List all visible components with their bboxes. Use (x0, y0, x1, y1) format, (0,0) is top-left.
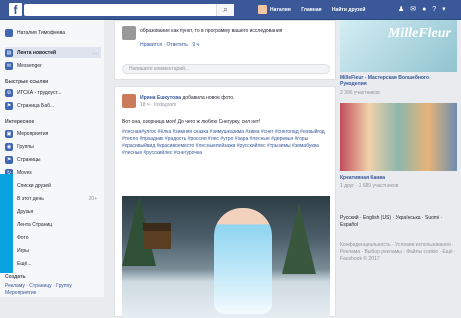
avatar (258, 5, 267, 14)
sidebar-profile[interactable]: Наталия Тимофеева (5, 27, 101, 38)
sidebar-item-events[interactable]: ▣ Мероприятия (5, 128, 101, 139)
post-text: Вот она, озорница моя! До чего ж люблю С… (122, 119, 261, 125)
sidebar-item-games[interactable]: ◆Игры (5, 245, 101, 256)
news-feed: образование как пункт, то в программу ва… (104, 20, 336, 318)
home-link[interactable]: Главная (301, 7, 321, 13)
help-icon[interactable]: ? (432, 6, 436, 13)
avatar (122, 26, 136, 40)
right-sidebar: MilleFleur MilleFleur - Мастерская Волше… (336, 20, 461, 297)
groups-icon: ◉ (5, 142, 13, 151)
sidebar-quick-link[interactable]: ⚑ Страница Баб... (5, 100, 101, 111)
sidebar-item-on-this-day[interactable]: ◷В этот день20+ (5, 193, 101, 204)
group-icon: ⚙ (5, 88, 13, 97)
comment-input[interactable]: Напишите комментарий... (122, 64, 330, 74)
pages-icon: ⚑ (5, 155, 13, 164)
feed-post: Ирина Ешкутова добавила новое фото. 18 ч… (114, 86, 336, 318)
post-header: Ирина Ешкутова добавила новое фото. (140, 95, 234, 101)
notification-icons: ♟ ✉ ● ? ▾ (398, 5, 450, 13)
ad-members: 1 друг · 1 689 участников (340, 183, 399, 189)
create-heading: Создать (5, 274, 26, 280)
sidebar-item-pages[interactable]: ⚑ Страницы (5, 154, 101, 165)
dropdown-icon[interactable]: ▾ (442, 6, 446, 13)
avatar (5, 28, 13, 37)
create-page-link[interactable]: Страницу (29, 283, 51, 289)
sidebar-news-feed[interactable]: ▤ Лента новостей... (5, 47, 101, 58)
post-hashtags[interactable]: #лесная#улгос #ёлка #зимняя сказка #зиму… (122, 129, 330, 157)
notifications-icon[interactable]: ● (422, 6, 426, 13)
ad-image[interactable]: MilleFleur (340, 20, 457, 72)
post-photo[interactable] (122, 196, 330, 318)
facebook-logo[interactable]: f (9, 3, 22, 17)
sidebar-item-more[interactable]: ▾Ещё... (5, 258, 101, 269)
page-icon: ⚑ (5, 101, 13, 110)
ad-title[interactable]: Креативная Канва (340, 175, 385, 181)
snow-maiden-image (214, 208, 272, 314)
calendar-icon: ▣ (5, 129, 13, 138)
tree-image (282, 204, 316, 274)
ad-title[interactable]: MilleFleur - Мастерская Волшебного Рукод… (340, 75, 457, 87)
search-icon[interactable]: ⌕ (216, 4, 234, 16)
previous-post-comment: образование как пункт, то в программу ва… (114, 20, 336, 80)
create-links: Рекламу · Страницу · Группу Мероприятие (5, 283, 72, 296)
sidebar-item-friends[interactable]: ♟Друзья (5, 206, 101, 217)
create-ad-link[interactable]: Рекламу (5, 283, 25, 289)
footer-links[interactable]: Конфиденциальность · Условия использован… (340, 242, 457, 263)
post-meta: 18 ч · Instagram (140, 102, 177, 108)
ad-members: 2 396 участников (340, 90, 380, 96)
create-event-link[interactable]: Мероприятие (5, 290, 36, 296)
left-sidebar: Наталия Тимофеева ▤ Лента новостей... ✉ Me… (0, 20, 104, 297)
sidebar-item-pages-feed[interactable]: ▤Лента Страниц (5, 219, 101, 230)
author-name[interactable]: Ирина Ешкутова (140, 95, 181, 101)
sidebar-item-moves[interactable]: ↻ Moves (5, 167, 101, 178)
sidebar-item-groups[interactable]: ◉ Группы (5, 141, 101, 152)
profile-link[interactable]: Наталия (258, 5, 291, 14)
top-navigation: Наталия Главная Найти друзей (258, 5, 374, 14)
messages-icon[interactable]: ✉ (410, 6, 416, 13)
sidebar-item-friend-lists[interactable]: ☰Списки друзей (5, 180, 101, 191)
interest-heading: Интересное (5, 119, 35, 125)
news-feed-icon: ▤ (5, 48, 13, 57)
sidebar-quick-link[interactable]: ⚙ ИГСХА - трудоуст... (5, 87, 101, 98)
comment-text: образование как пункт, то в программу ва… (140, 28, 283, 34)
search-input[interactable]: ⌕ (24, 4, 234, 16)
top-bar: f ⌕ Наталия Главная Найти друзей ♟ ✉ ● ?… (0, 0, 461, 20)
cabin-image (143, 223, 171, 249)
page-edge-decoration (0, 174, 13, 273)
sidebar-item-photos[interactable]: ▧Фото (5, 232, 101, 243)
find-friends-link[interactable]: Найти друзей (332, 7, 366, 13)
messenger-icon: ✉ (5, 61, 13, 70)
quick-links-heading: Быстрые ссылки (5, 79, 49, 85)
friends-icon[interactable]: ♟ (398, 6, 404, 13)
post-action: добавила новое фото. (180, 95, 235, 101)
language-links[interactable]: Русский · English (US) · Українська · Su… (340, 215, 457, 229)
sidebar-messenger[interactable]: ✉ Messenger (5, 60, 101, 71)
ad-image[interactable] (340, 103, 457, 171)
author-avatar[interactable] (122, 94, 136, 108)
create-group-link[interactable]: Группу (56, 283, 72, 289)
comment-actions[interactable]: Нравится · Ответить · 9 ч (140, 42, 320, 49)
